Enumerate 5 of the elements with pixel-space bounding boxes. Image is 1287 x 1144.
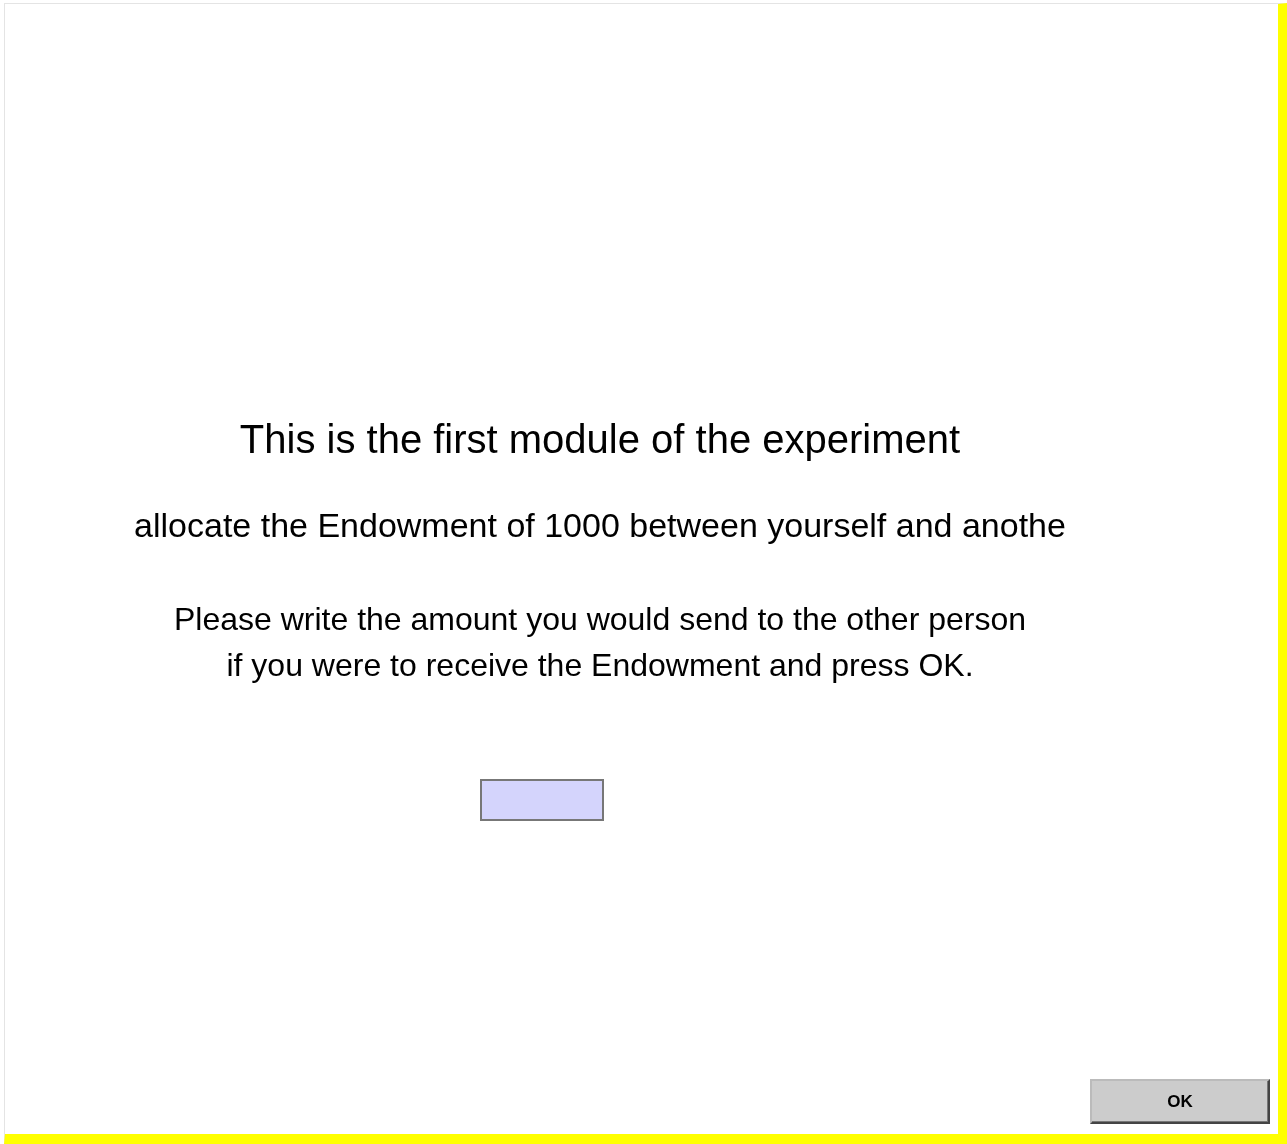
amount-field[interactable] (480, 779, 604, 821)
ok-button[interactable]: OK (1090, 1079, 1270, 1124)
heading: This is the first module of the experiment (239, 416, 961, 463)
description-text: allocate the Endowment of 1000 between yourself and anothe (134, 505, 1066, 546)
instruction-text: Please write the amount you would send to the other person if you were to receive the Endowment and press OK. (173, 600, 1027, 685)
